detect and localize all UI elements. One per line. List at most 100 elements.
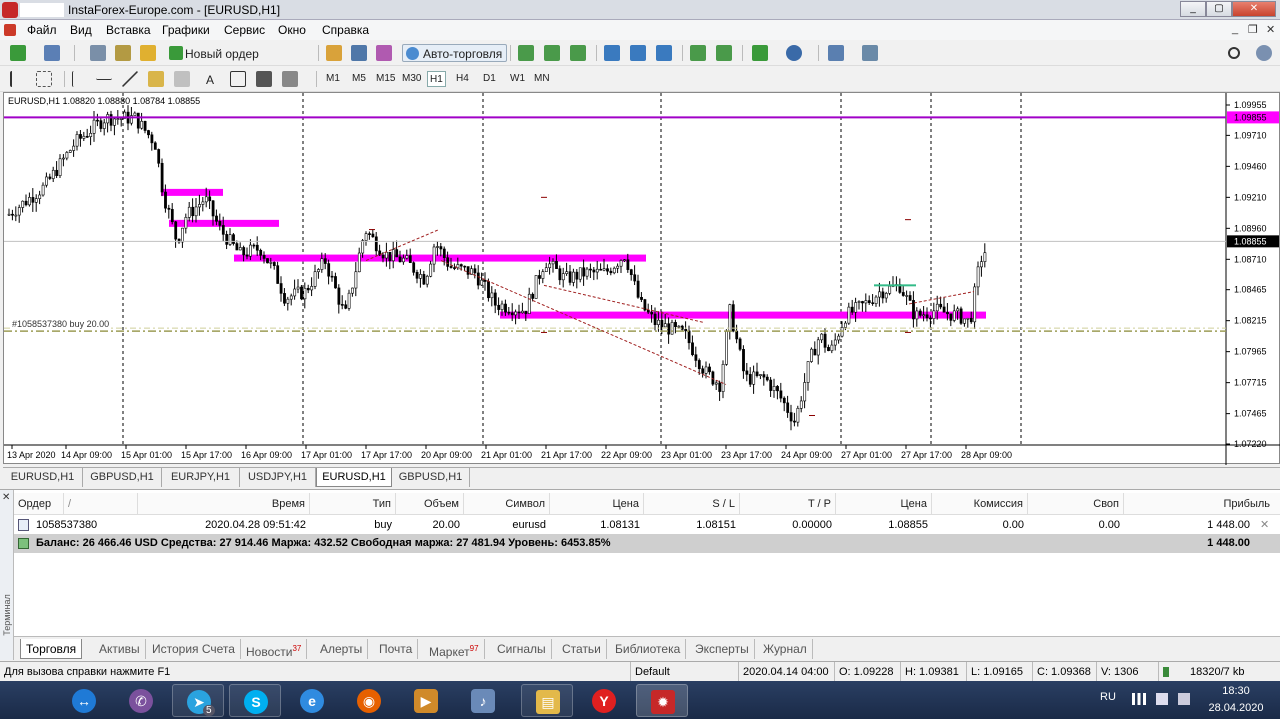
col-profit[interactable]: Прибыль [1124,493,1274,515]
tab-news[interactable]: Новости37 [241,639,308,659]
mdi-minimize-button[interactable]: _ [1232,23,1238,35]
menu-insert[interactable]: Вставка [106,23,151,37]
telegram-app[interactable]: ➤ 5 [172,684,224,717]
menu-window[interactable]: Окно [278,23,306,37]
mdi-restore-button[interactable]: ❐ [1248,23,1258,36]
crosshair-icon[interactable] [36,71,52,87]
chart-tab[interactable]: GBPUSD,H1 [392,468,470,487]
timeframe-m5[interactable]: M5 [350,71,368,87]
mdi-close-button[interactable]: ✕ [1266,23,1275,36]
periods-icon[interactable] [786,45,802,61]
timeframe-m30[interactable]: M30 [400,71,423,87]
tab-trade[interactable]: Торговля [20,639,83,659]
ie-app[interactable]: e [286,684,338,717]
signal-icon[interactable] [1132,693,1146,705]
connection-icon[interactable] [1158,662,1172,682]
zoom-in-icon[interactable] [604,45,620,61]
explorer-app[interactable]: ▤ [521,684,573,717]
channel-icon[interactable] [148,71,164,87]
tab-library[interactable]: Библиотека [610,639,687,659]
timeframe-d1[interactable]: D1 [481,71,498,87]
timeframe-m15[interactable]: M15 [374,71,397,87]
tab-market[interactable]: Маркет97 [424,639,485,659]
tab-assets[interactable]: Активы [94,639,146,659]
close-order-icon[interactable]: ✕ [1256,515,1273,535]
chart-canvas[interactable]: 1.09955 1.09710 1.09460 1.09210 1.08960 1.087… [4,93,1280,465]
col-volume[interactable]: Объем [396,493,464,515]
auto-trading-button[interactable]: Авто-торговля [402,44,508,62]
chart-window[interactable]: 1.09955 1.09710 1.09460 1.09210 1.08960 1.087… [3,92,1280,465]
tester-icon[interactable] [376,45,392,61]
tab-journal[interactable]: Журнал [758,639,813,659]
timeframe-w1[interactable]: W1 [508,71,527,87]
terminal-icon[interactable] [351,45,367,61]
timeframe-mn[interactable]: MN [532,71,552,87]
viber-app[interactable]: ✆ [115,684,167,717]
col-symbol[interactable]: Символ [464,493,550,515]
col-time[interactable]: Время [138,493,310,515]
chart-tab-active[interactable]: EURUSD,H1 [316,468,392,487]
arrows-icon[interactable] [282,71,298,87]
fibonacci-icon[interactable] [174,71,190,87]
timeframe-h4[interactable]: H4 [454,71,471,87]
properties-icon[interactable] [862,45,878,61]
col-tp[interactable]: T / P [740,493,836,515]
chat-icon[interactable] [1256,45,1272,61]
clock-date[interactable]: 28.04.2020 [1200,702,1272,714]
menu-tools[interactable]: Сервис [224,23,265,37]
teamviewer-app[interactable]: ↔ [58,684,110,717]
navigator-icon[interactable] [115,45,131,61]
zoom-out-icon[interactable] [630,45,646,61]
timeframe-m1[interactable]: M1 [324,71,342,87]
cursor-icon[interactable] [10,71,26,87]
audio-app[interactable]: ♪ [457,684,509,717]
tab-signals[interactable]: Сигналы [492,639,552,659]
volume-icon[interactable] [1156,693,1168,705]
col-order[interactable]: Ордер [14,493,64,515]
new-order-button[interactable]: Новый ордер [166,44,263,62]
timeframe-h1[interactable]: H1 [427,71,446,87]
autoscroll-icon[interactable] [690,45,706,61]
order-row[interactable]: 1058537380 2020.04.28 09:51:42 buy 20.00… [14,515,1280,535]
col-sl[interactable]: S / L [644,493,740,515]
templates-icon[interactable] [828,45,844,61]
text-label-icon[interactable] [230,71,246,87]
col-current-price[interactable]: Цена [836,493,932,515]
metaeditor-icon[interactable] [326,45,342,61]
minimize-button[interactable]: _ [1180,1,1206,17]
trendline-icon[interactable] [122,71,138,87]
rectangle-icon[interactable] [256,71,272,87]
col-swap[interactable]: Своп [1028,493,1124,515]
bar-chart-icon[interactable] [518,45,534,61]
tab-account-history[interactable]: История Счета [147,639,241,659]
candlestick-icon[interactable] [544,45,560,61]
chart-tab[interactable]: EURJPY,H1 [162,468,240,487]
menu-view[interactable]: Вид [70,23,92,37]
indicators-icon[interactable] [752,45,768,61]
media-player-app[interactable]: ▶ [400,684,452,717]
line-chart-icon[interactable] [570,45,586,61]
clock-time[interactable]: 18:30 [1206,685,1266,697]
chart-tab[interactable]: USDJPY,H1 [240,468,316,487]
maximize-button[interactable]: ▢ [1206,1,1232,17]
tab-articles[interactable]: Статьи [557,639,607,659]
tab-alerts[interactable]: Алерты [315,639,369,659]
menu-file[interactable]: Файл [27,23,57,37]
terminal-close-icon[interactable]: ✕ [2,492,10,503]
text-tool[interactable]: A [202,70,218,88]
menu-charts[interactable]: Графики [162,23,210,37]
menu-help[interactable]: Справка [322,23,369,37]
flag-icon[interactable] [1178,693,1190,705]
chart-tab[interactable]: EURUSD,H1 [3,468,83,487]
language-indicator[interactable]: RU [1100,691,1116,703]
col-commission[interactable]: Комиссия [932,493,1028,515]
skype-app[interactable]: S [229,684,281,717]
metatrader-app[interactable]: ✹ [636,684,688,717]
tab-mailbox[interactable]: Почта [374,639,419,659]
profiles-icon[interactable] [44,45,60,61]
chart-shift-icon[interactable] [716,45,732,61]
chart-tab[interactable]: GBPUSD,H1 [83,468,162,487]
market-watch-icon[interactable] [90,45,106,61]
col-price[interactable]: Цена [550,493,644,515]
search-icon[interactable] [1228,47,1240,59]
